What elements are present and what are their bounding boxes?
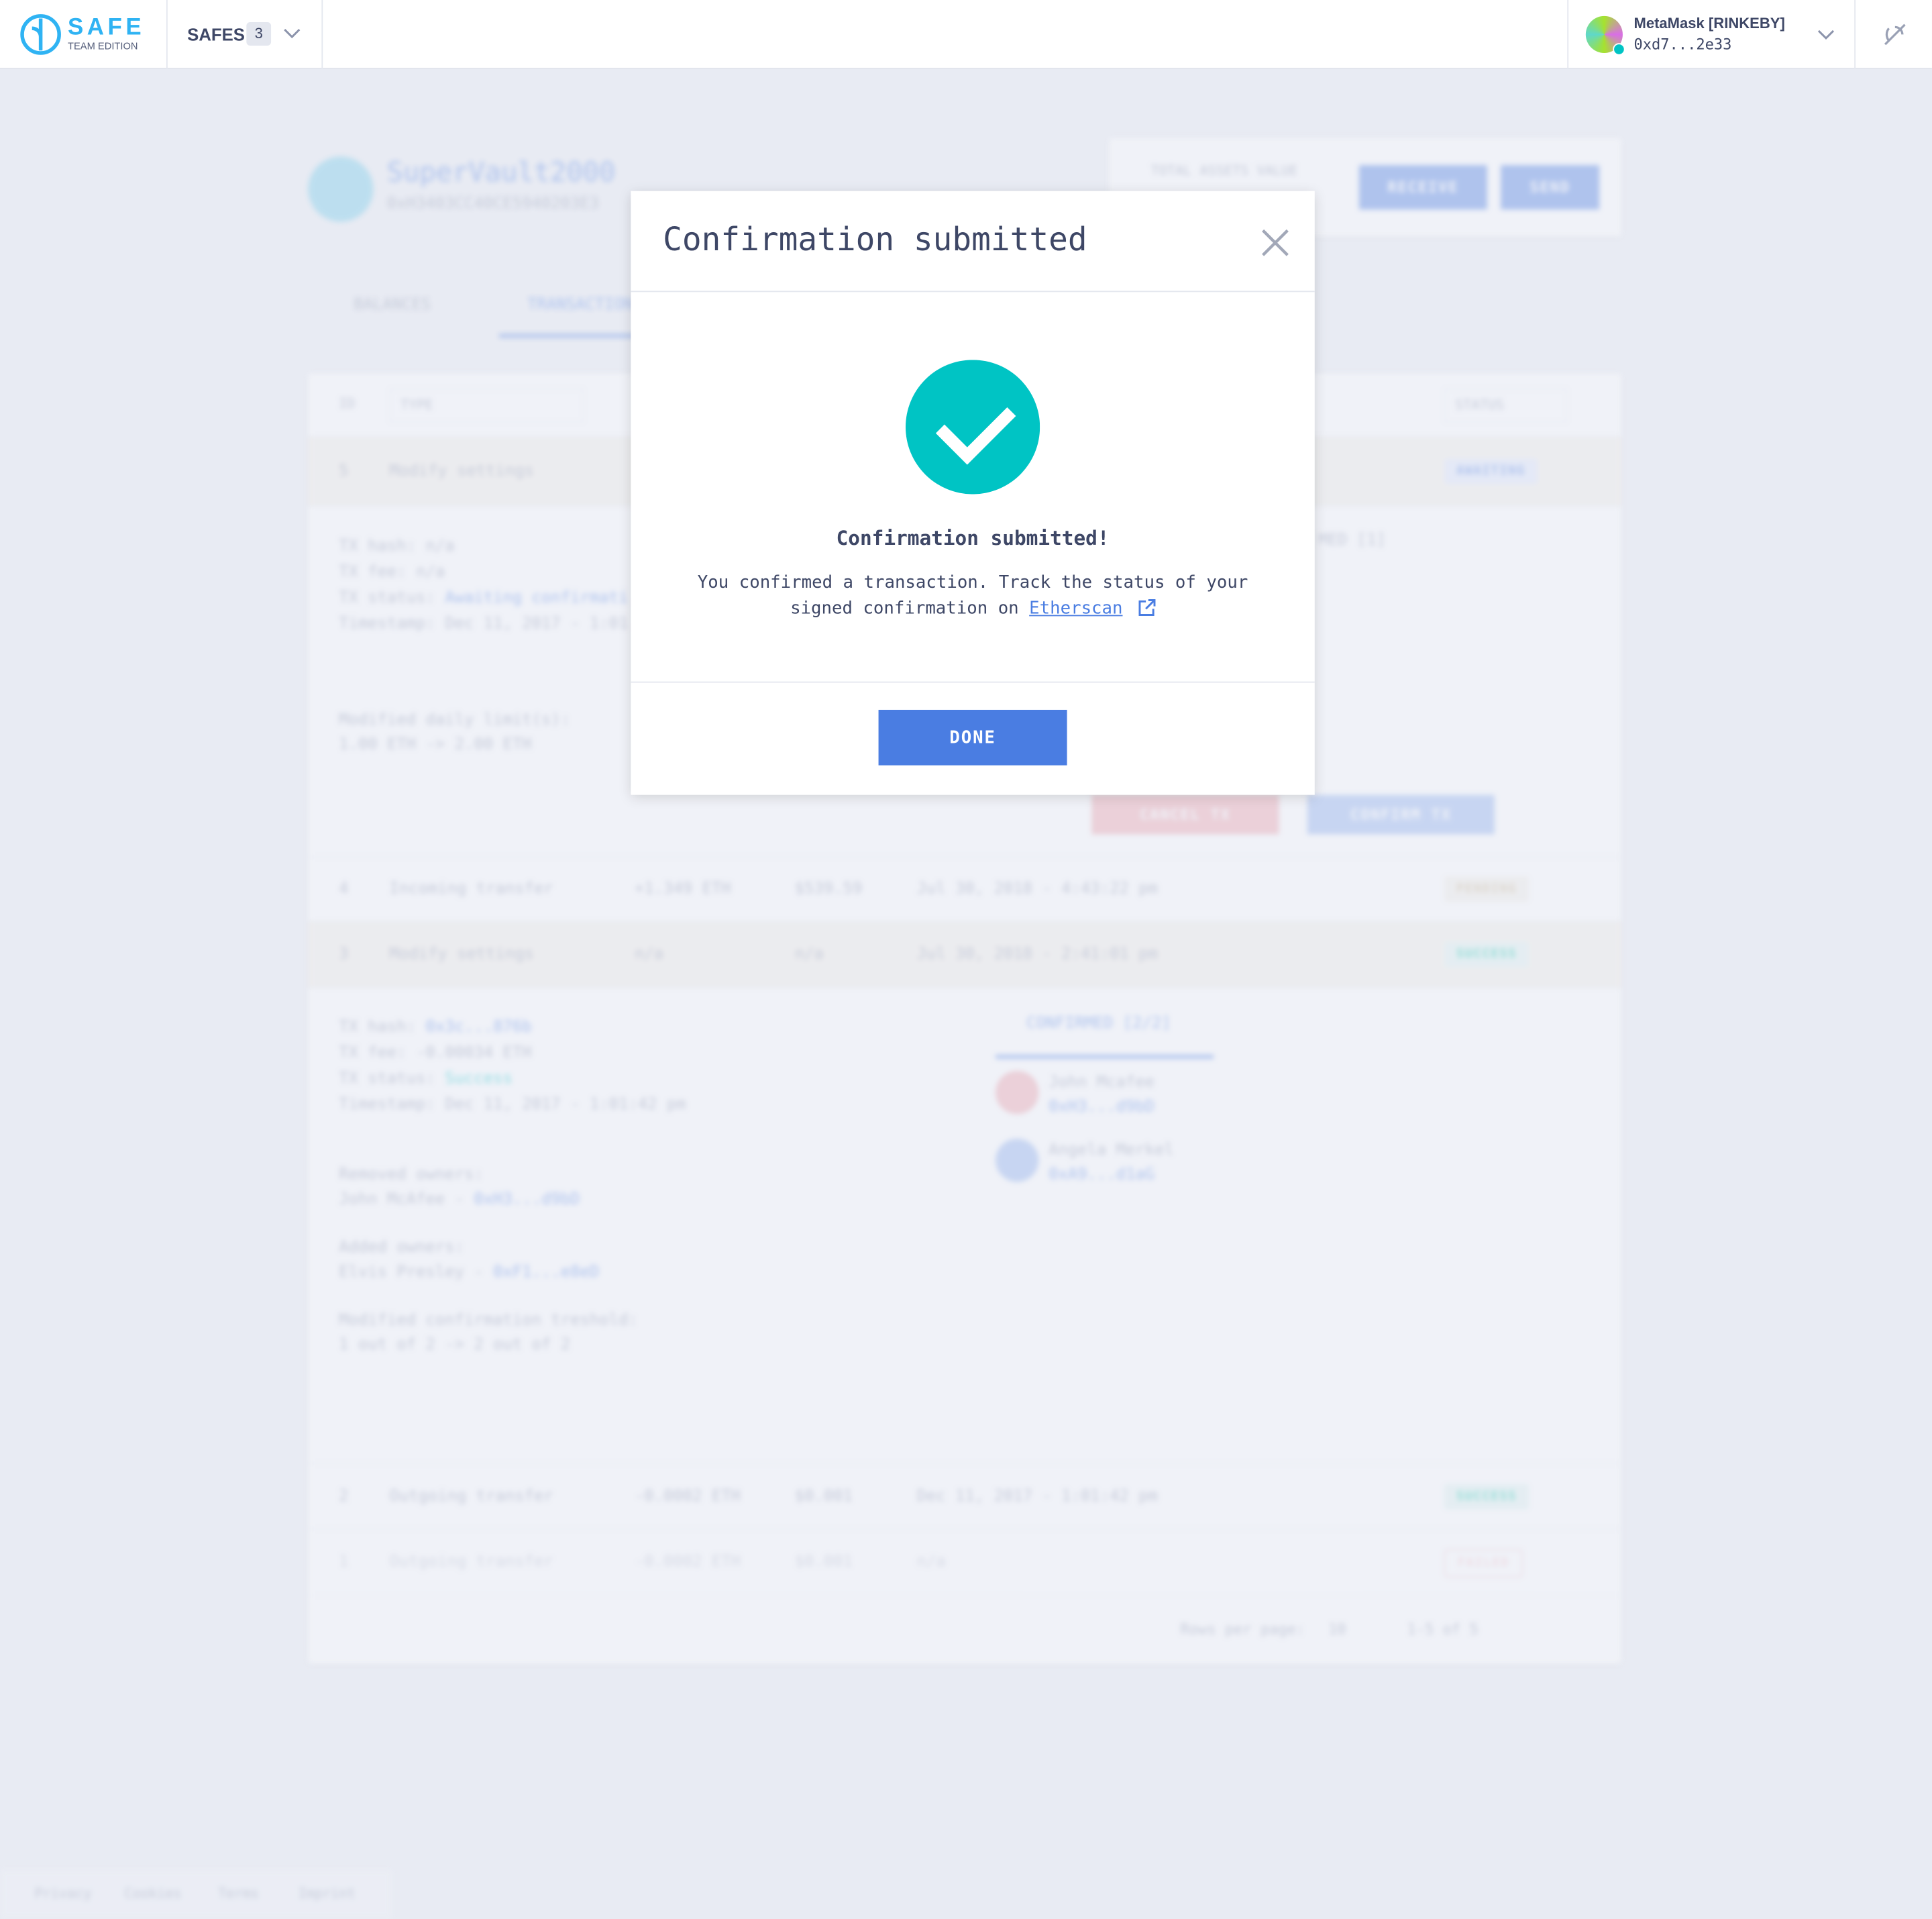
safes-label: SAFES [187,24,245,45]
confirmation-modal: Confirmation submitted Confirmation subm… [631,191,1315,795]
etherscan-link[interactable]: Etherscan [1029,599,1122,619]
top-bar: SAFE TEAM EDITION SAFES 3 MetaMask [RINK… [0,0,1932,69]
safe-logo-icon [20,14,61,55]
success-check-icon [905,360,1040,495]
logo-text: SAFE [68,15,146,41]
safes-dropdown[interactable]: SAFES 3 [168,0,322,69]
logo-subtitle: TEAM EDITION [68,40,138,52]
safes-count-badge: 3 [246,22,272,46]
close-icon[interactable] [1260,228,1290,258]
modal-title: Confirmation submitted [663,221,1087,259]
external-link-icon[interactable] [1138,599,1155,617]
wallet-address: 0xd7...2e33 [1633,36,1732,53]
network-icon[interactable] [1882,21,1909,48]
connected-status-dot [1613,43,1625,56]
modal-body-text: You confirmed a transaction. Track the s… [697,573,1248,593]
chevron-down-icon [284,29,301,39]
done-button[interactable]: DONE [878,709,1067,766]
wallet-dropdown[interactable]: MetaMask [RINKEBY] 0xd7...2e33 [1568,0,1854,69]
wallet-name: MetaMask [RINKEBY] [1633,15,1785,32]
chevron-down-icon [1817,30,1835,40]
modal-heading: Confirmation submitted! [836,526,1110,550]
modal-body-text-2: signed confirmation on [790,599,1030,619]
